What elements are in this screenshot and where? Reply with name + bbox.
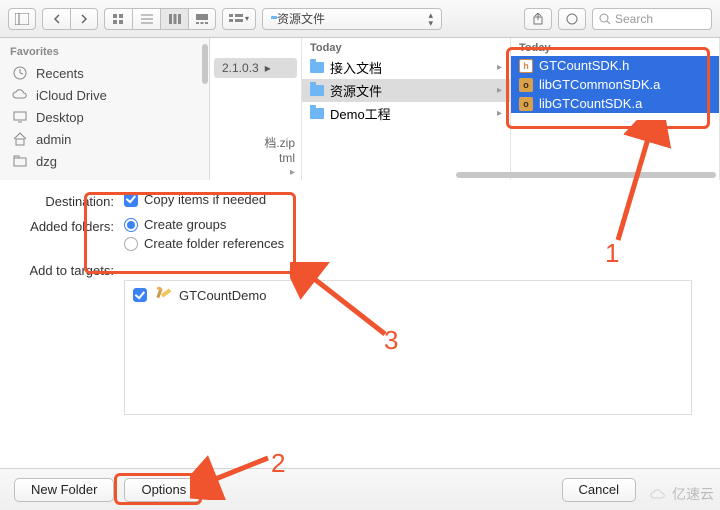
chevron-right-icon: ▸ [497,108,502,119]
file-name: libGTCountSDK.a [539,96,642,111]
folder-icon [310,62,324,73]
target-row[interactable]: GTCountDemo [133,287,683,303]
path-popup[interactable]: 资源文件 ▴▾ [262,8,442,30]
object-file-icon: o [519,78,533,92]
radio-unchecked-icon [124,237,138,251]
view-mode-segmented [104,8,216,30]
sidebar-item-desktop[interactable]: Desktop [0,106,209,128]
target-name: GTCountDemo [179,288,266,303]
object-file-icon: o [519,97,533,111]
cancel-button[interactable]: Cancel [562,478,636,502]
chevron-right-icon: ▸ [265,61,271,75]
checkbox-label: Copy items if needed [144,192,266,207]
copy-items-checkbox[interactable]: Copy items if needed [124,192,706,207]
folder-icon [310,85,324,96]
options-panel: Destination: Copy items if needed Added … [0,180,720,421]
forward-button[interactable] [70,8,98,30]
app-icon [155,287,171,303]
view-gallery-button[interactable] [188,8,216,30]
sidebar-item-label: Desktop [36,110,84,125]
column-2[interactable]: Today h GTCountSDK.h o libGTCommonSDK.a … [511,38,720,180]
chevron-right-icon: ▸ [210,165,301,180]
caret-icon: ▴▾ [428,11,433,27]
file-row-selected[interactable]: o libGTCountSDK.a [511,94,719,113]
add-to-targets-label: Add to targets: [14,261,114,278]
folder-name: 接入文档 [330,58,382,77]
truncated-filename: tml [210,151,295,165]
column-header: Today [302,38,510,56]
column-0[interactable]: 2.1.0.3 ▸ 档.zip tml ▸ [210,38,302,180]
radio-checked-icon [124,218,138,232]
header-file-icon: h [519,59,533,73]
sidebar-item-label: iCloud Drive [36,88,107,103]
folder-row[interactable]: 接入文档 ▸ [302,56,510,79]
column-1[interactable]: Today 接入文档 ▸ 资源文件 ▸ Demo工程 ▸ [302,38,511,180]
back-button[interactable] [42,8,70,30]
home-icon [12,131,28,147]
view-icons-button[interactable] [104,8,132,30]
footer-bar: New Folder Options Cancel [0,468,720,510]
create-groups-radio[interactable]: Create groups [124,217,706,232]
sidebar-item-dzg[interactable]: dzg [0,150,209,172]
group-by-segmented: ▾ [222,8,256,30]
sidebar: Favorites Recents iCloud Drive Desktop a… [0,38,210,180]
sidebar-toggle-button[interactable] [8,8,36,30]
folder-name: 资源文件 [330,81,382,100]
file-row-selected[interactable]: h GTCountSDK.h [511,56,719,75]
view-list-button[interactable] [132,8,160,30]
chevron-right-icon: ▸ [497,62,502,73]
checkbox-checked-icon [133,288,147,302]
added-folders-label: Added folders: [14,217,114,234]
group-by-button[interactable]: ▾ [222,8,256,30]
folder-icon [310,108,324,119]
folder-name: Demo工程 [330,104,391,123]
toolbar: ▾ 资源文件 ▴▾ Search [0,0,720,38]
column-view: 2.1.0.3 ▸ 档.zip tml ▸ Today 接入文档 ▸ 资源文件 … [210,38,720,180]
file-browser: Favorites Recents iCloud Drive Desktop a… [0,38,720,180]
folder-row-selected[interactable]: 资源文件 ▸ [302,79,510,102]
column-0-selected-item[interactable]: 2.1.0.3 ▸ [214,58,297,78]
column-header: Today [511,38,719,56]
truncated-filename: 档.zip [210,134,295,151]
chevron-right-icon: ▸ [497,85,502,96]
radio-label: Create folder references [144,236,284,251]
sidebar-section-title: Favorites [0,44,209,62]
search-field[interactable]: Search [592,8,712,30]
file-row-selected[interactable]: o libGTCommonSDK.a [511,75,719,94]
folder-row[interactable]: Demo工程 ▸ [302,102,510,125]
sidebar-scrollbar[interactable] [202,44,208,84]
radio-label: Create groups [144,217,226,232]
nav-back-forward [42,8,98,30]
search-icon [599,13,611,25]
clock-icon [12,65,28,81]
cloud-icon [12,87,28,103]
sidebar-item-label: dzg [36,154,57,169]
path-label: 资源文件 [277,10,325,27]
new-folder-button[interactable]: New Folder [14,478,114,502]
sidebar-item-admin[interactable]: admin [0,128,209,150]
view-columns-button[interactable] [160,8,188,30]
desktop-icon [12,109,28,125]
destination-label: Destination: [14,192,114,209]
horizontal-scrollbar[interactable] [420,170,720,180]
sidebar-item-recents[interactable]: Recents [0,62,209,84]
file-name: GTCountSDK.h [539,58,629,73]
targets-list[interactable]: GTCountDemo [124,280,692,415]
sidebar-item-label: admin [36,132,71,147]
checkbox-checked-icon [124,193,138,207]
search-placeholder: Search [615,12,653,26]
tags-button[interactable] [558,8,586,30]
sidebar-item-icloud[interactable]: iCloud Drive [0,84,209,106]
options-button[interactable]: Options [124,478,203,502]
folder-icon [12,153,28,169]
share-button[interactable] [524,8,552,30]
create-folder-refs-radio[interactable]: Create folder references [124,236,706,251]
sidebar-item-label: Recents [36,66,84,81]
file-name: libGTCommonSDK.a [539,77,660,92]
